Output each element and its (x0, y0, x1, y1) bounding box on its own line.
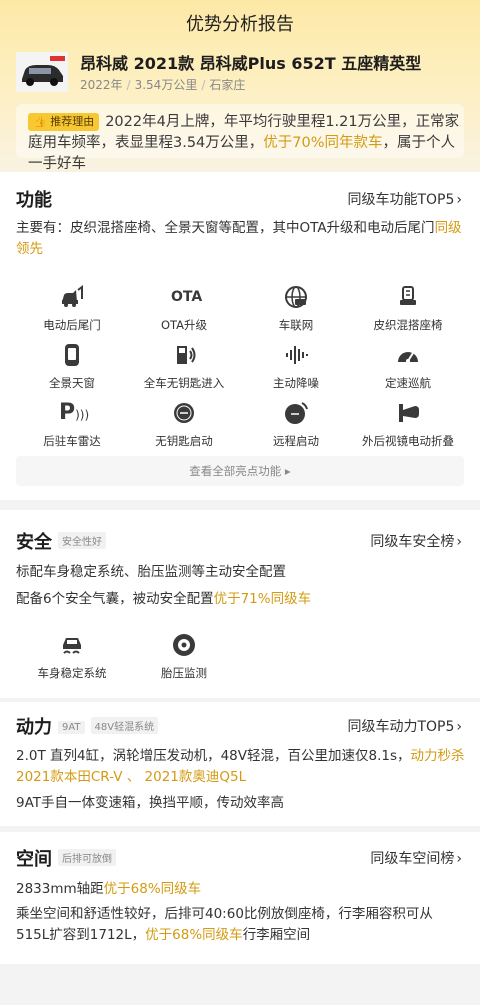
power-line1: 2.0T 直列4缸，涡轮增压发动机，48V轻混，百公里加速仅8.1s，动力秒杀2… (16, 748, 465, 785)
power-top5-link[interactable]: 同级车动力TOP5 › (347, 716, 462, 736)
noise-cancel-icon (286, 346, 308, 364)
safety-rank-link[interactable]: 同级车安全榜 › (370, 531, 462, 551)
car-thumbnail[interactable] (16, 52, 68, 92)
recommend-text: 👍 推荐理由 2022年4月上牌，年平均行驶里程1.21万公里，正常家庭用车频率，… (28, 113, 460, 172)
space-tag: 后排可放倒 (58, 849, 116, 866)
feature-esp[interactable]: 车身稳定系统 (16, 632, 128, 688)
feature-cruise[interactable]: 定速巡航 (352, 342, 464, 398)
ota-icon: OTA (171, 289, 203, 305)
function-summary: 主要有：皮织混搭座椅、全景天窗等配置，其中OTA升级和电动后尾门同级领先 (16, 220, 462, 257)
connected-car-icon (285, 286, 307, 308)
safety-tag: 安全性好 (58, 532, 106, 549)
power-tag-gearbox: 9AT (58, 721, 85, 734)
tailgate-icon (62, 285, 83, 307)
space-line2: 乘坐空间和舒适性较好，后排可40:60比例放倒座椅，行李厢容积可从515L扩容到… (16, 906, 433, 943)
function-top5-link[interactable]: 同级车功能TOP5 › (347, 189, 462, 209)
feature-mirror-fold[interactable]: 外后视镜电动折叠 (352, 400, 464, 456)
power-card: 动力 9AT 48V轻混系统 同级车动力TOP5 › 2.0T 直列4缸，涡轮增压发动… (0, 702, 480, 826)
car-city: 石家庄 (209, 78, 246, 92)
feature-connected[interactable]: 车联网 (240, 284, 352, 340)
esp-icon (63, 638, 81, 654)
recommend-highlight: 优于70%同年款车 (263, 135, 383, 151)
feature-keyless-entry[interactable]: 全车无钥匙进入 (128, 342, 240, 398)
view-all-features-button[interactable]: 查看全部亮点功能 ▸ (16, 456, 464, 486)
recommend-badge: 👍 推荐理由 (28, 113, 100, 131)
recommend-box: 👍 推荐理由 2022年4月上牌，年平均行驶里程1.21万公里，正常家庭用车频率，… (16, 104, 464, 172)
car-title: 昂科威 2021款 昂科威Plus 652T 五座精英型 (80, 54, 422, 73)
power-tag-hybrid: 48V轻混系统 (90, 717, 159, 734)
leather-seat-icon (400, 286, 416, 305)
feature-ota[interactable]: OTA OTA升级 (128, 284, 240, 340)
safety-line2: 配备6个安全气囊，被动安全配置优于71%同级车 (16, 591, 312, 607)
hero-banner: 优势分析报告 昂科威 2021款 昂科威Plus 652T 五座精英型 2022… (0, 0, 480, 172)
feature-tailgate[interactable]: 电动后尾门 (16, 284, 128, 340)
mirror-fold-icon (399, 404, 419, 422)
parking-radar-icon: P))) (59, 400, 90, 425)
keyless-entry-icon (177, 346, 196, 364)
space-rank-link[interactable]: 同级车空间榜 › (370, 848, 462, 868)
feature-sunroof[interactable]: 全景天窗 (16, 342, 128, 398)
tire-pressure-icon (173, 634, 195, 656)
power-title: 动力 9AT 48V轻混系统 (16, 713, 159, 739)
car-meta: 2022年/3.54万公里 / 石家庄 (80, 78, 246, 92)
feature-tire-pressure[interactable]: 胎压监测 (128, 632, 240, 688)
space-card: 空间 后排可放倒 同级车空间榜 › 2833mm轴距优于68%同级车 乘坐空间和舒适… (0, 832, 480, 964)
page-title: 优势分析报告 (186, 14, 294, 35)
safety-card: 安全 安全性好 同级车安全榜 › 标配车身稳定系统、胎压监测等主动安全配置 配备6个… (0, 510, 480, 698)
car-mileage: 3.54万公里 (134, 78, 198, 92)
space-title: 空间 后排可放倒 (16, 845, 116, 871)
feature-leather-seat[interactable]: 皮织混搭座椅 (352, 284, 464, 340)
function-title: 功能 (16, 190, 52, 211)
panoramic-sunroof-icon (65, 344, 79, 366)
cruise-icon (398, 352, 418, 363)
keyless-start-icon (174, 403, 194, 423)
feature-parking-radar[interactable]: P))) 后驻车雷达 (16, 400, 128, 456)
car-year: 2022年 (80, 78, 123, 92)
safety-line1: 标配车身稳定系统、胎压监测等主动安全配置 (16, 564, 286, 580)
function-card: 功能 同级车功能TOP5 › 主要有：皮织混搭座椅、全景天窗等配置，其中OTA升级… (0, 172, 480, 500)
feature-remote-start[interactable]: 远程启动 (240, 400, 352, 456)
feature-noise-cancel[interactable]: 主动降噪 (240, 342, 352, 398)
remote-start-icon (285, 402, 308, 424)
space-line1: 2833mm轴距优于68%同级车 (16, 881, 202, 897)
safety-title: 安全 安全性好 (16, 528, 106, 554)
power-line2: 9AT手自一体变速箱，换挡平顺，传动效率高 (16, 795, 285, 811)
feature-keyless-start[interactable]: 无钥匙启动 (128, 400, 240, 456)
